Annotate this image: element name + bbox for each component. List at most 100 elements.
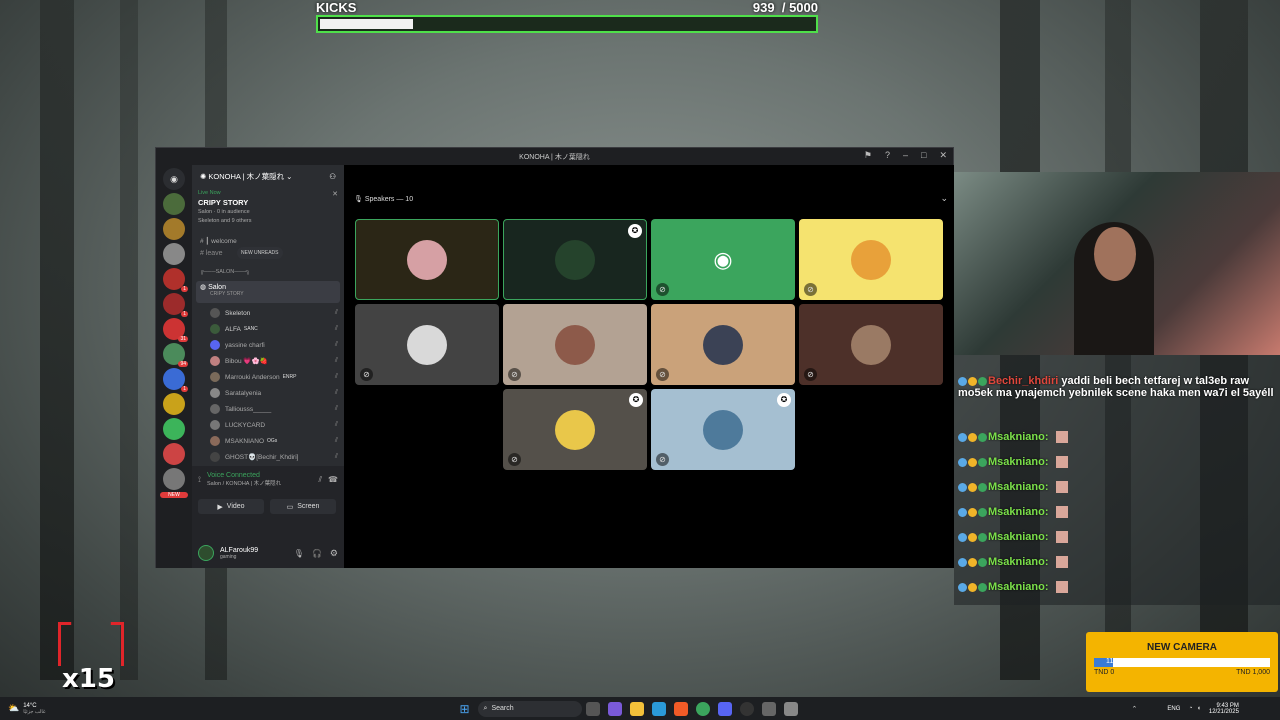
- speaker-tile[interactable]: [355, 219, 499, 300]
- discord-home-icon[interactable]: ◉: [163, 168, 185, 190]
- server-icon[interactable]: 1: [163, 268, 188, 292]
- channel-leave[interactable]: # leave NEW UNREADS: [192, 247, 344, 261]
- server-icon[interactable]: [163, 193, 185, 215]
- server-icon[interactable]: [163, 443, 185, 465]
- speaker-tile[interactable]: ⊘ ✪: [503, 389, 647, 470]
- chat-username[interactable]: Bechir_khdiri: [988, 375, 1058, 387]
- app-icon[interactable]: [761, 701, 776, 716]
- chat-username[interactable]: Msakniano:: [988, 481, 1049, 493]
- voice-member[interactable]: LUCKYCARD ⫽: [192, 417, 344, 433]
- server-icon[interactable]: [163, 418, 185, 440]
- server-rail: ◉ 1 1 31 94 1 NEW: [156, 165, 192, 568]
- speaker-tile[interactable]: ⊘: [799, 219, 943, 300]
- server-icon[interactable]: 94: [163, 343, 188, 367]
- disconnect-icon[interactable]: ☎: [328, 475, 338, 484]
- channel-salon-sub: CRIPY STORY: [210, 291, 244, 297]
- speaker-tile[interactable]: ⊘: [799, 304, 943, 385]
- speaker-tile[interactable]: ⊘: [503, 304, 647, 385]
- clock-date[interactable]: 12/21/2025: [1209, 709, 1239, 715]
- emote-icon: [1055, 506, 1068, 519]
- headset-icon[interactable]: 🎧: [312, 549, 322, 558]
- noise-suppression-icon[interactable]: ⫽: [318, 475, 322, 485]
- goal-title: NEW CAMERA: [1147, 642, 1217, 653]
- maximize-button[interactable]: □: [921, 150, 926, 161]
- muted-icon: ⊘: [508, 368, 521, 381]
- channel-welcome[interactable]: # ┃ welcome: [192, 237, 344, 247]
- voice-member[interactable]: Bibou 💗🌸🍓 ⫽: [192, 353, 344, 369]
- weather-icon[interactable]: ⛅: [8, 703, 19, 714]
- speaker-tile[interactable]: ⊘: [651, 304, 795, 385]
- file-explorer-icon[interactable]: [629, 701, 644, 716]
- speaker-tile[interactable]: ⊘ ✪: [651, 389, 795, 470]
- server-icon[interactable]: [163, 468, 185, 490]
- server-icon[interactable]: 31: [163, 318, 188, 342]
- chat-username[interactable]: Msakniano:: [988, 506, 1049, 518]
- chat-username[interactable]: Msakniano:: [988, 431, 1049, 443]
- avatar[interactable]: [198, 545, 214, 561]
- app-icon[interactable]: [783, 701, 798, 716]
- mic-icon[interactable]: 🎙: [294, 549, 304, 558]
- help-icon[interactable]: ?: [885, 150, 890, 161]
- kicks-progress-fill: [320, 19, 413, 29]
- chevron-down-icon[interactable]: ⌄: [940, 193, 948, 204]
- weather-desc: غالب جزئيًا: [23, 708, 46, 715]
- minimize-button[interactable]: –: [903, 150, 908, 161]
- close-icon[interactable]: ✕: [332, 190, 338, 198]
- copilot-icon[interactable]: [607, 701, 622, 716]
- voice-status[interactable]: Voice Connected: [207, 472, 312, 479]
- screen-share-button[interactable]: ▭ Screen: [270, 499, 336, 514]
- video-button[interactable]: ▶ Video: [198, 499, 264, 514]
- voice-member[interactable]: GHOST💀[Bechir_Khdiri] ⫽: [192, 449, 344, 465]
- search-box[interactable]: ⌕ Search: [477, 700, 582, 717]
- server-icon[interactable]: 1: [163, 368, 188, 392]
- chat-message: Msakniano:: [958, 581, 1068, 594]
- voice-member[interactable]: ALFA SANC ⫽: [192, 321, 344, 337]
- server-icon[interactable]: [163, 243, 185, 265]
- volume-icon[interactable]: ◖: [1197, 705, 1201, 712]
- voice-member[interactable]: Saratalyenia ⫽: [192, 385, 344, 401]
- voice-member[interactable]: Talliousss_____ ⫽: [192, 401, 344, 417]
- task-view-icon[interactable]: [585, 701, 600, 716]
- gear-icon[interactable]: ⚙: [330, 548, 338, 559]
- chat-username[interactable]: Msakniano:: [988, 581, 1049, 593]
- start-icon[interactable]: ⊞: [459, 702, 469, 716]
- chat-badge-icons: [958, 506, 988, 518]
- language-indicator[interactable]: ENG: [1167, 706, 1180, 712]
- voice-member[interactable]: Skeleton ⫽: [192, 305, 344, 321]
- chat-username[interactable]: Msakniano:: [988, 531, 1049, 543]
- avatar: [210, 436, 220, 446]
- chat-username[interactable]: Msakniano:: [988, 556, 1049, 568]
- speaker-tile[interactable]: ◉ ⊘: [651, 219, 795, 300]
- discord-icon[interactable]: [717, 701, 732, 716]
- server-icon[interactable]: 1: [163, 293, 188, 317]
- speaker-tile[interactable]: ⊘: [355, 304, 499, 385]
- new-unreads-pill[interactable]: NEW UNREADS: [237, 247, 283, 259]
- background-tree: [120, 0, 138, 680]
- chrome-icon[interactable]: [695, 701, 710, 716]
- category-salon[interactable]: ╔───SALON───╗: [192, 261, 344, 281]
- video-icon: ▶: [217, 503, 223, 511]
- server-header[interactable]: ✺ KONOHA | 木ノ葉隠れ ⌄ ⚇: [192, 165, 344, 187]
- voice-channel[interactable]: Salon / KONOHA | 木ノ葉隠れ: [207, 479, 312, 487]
- channel-salon[interactable]: ◍ Salon CRIPY STORY: [196, 281, 340, 303]
- server-icon[interactable]: [163, 218, 185, 240]
- inbox-icon[interactable]: ⚑: [864, 150, 872, 161]
- live-status: Live Now: [198, 190, 221, 196]
- server-icon[interactable]: [163, 393, 185, 415]
- live-now-card[interactable]: Live Now CRIPY STORY Salon · 0 in audien…: [192, 187, 344, 237]
- voice-member[interactable]: MSAKNIANO OGs ⫽: [192, 433, 344, 449]
- close-button[interactable]: ✕: [939, 150, 947, 161]
- window-title: KONOHA | 木ノ葉隠れ: [519, 153, 590, 161]
- chat-username[interactable]: Msakniano:: [988, 456, 1049, 468]
- edge-icon[interactable]: [651, 701, 666, 716]
- voice-member[interactable]: Marrouki Anderson ENRP ⫽: [192, 369, 344, 385]
- voice-member[interactable]: yassine charfi ⫽: [192, 337, 344, 353]
- brave-icon[interactable]: [673, 701, 688, 716]
- speaker-tile[interactable]: ✪: [503, 219, 647, 300]
- wifi-icon[interactable]: ◔: [1188, 705, 1192, 712]
- invite-icon[interactable]: ⚇: [329, 172, 336, 181]
- obs-icon[interactable]: [739, 701, 754, 716]
- emote-icon: [1055, 581, 1068, 594]
- tray-chevron-icon[interactable]: ⌃: [1132, 705, 1138, 713]
- member-name: GHOST💀[Bechir_Khdiri]: [225, 454, 299, 461]
